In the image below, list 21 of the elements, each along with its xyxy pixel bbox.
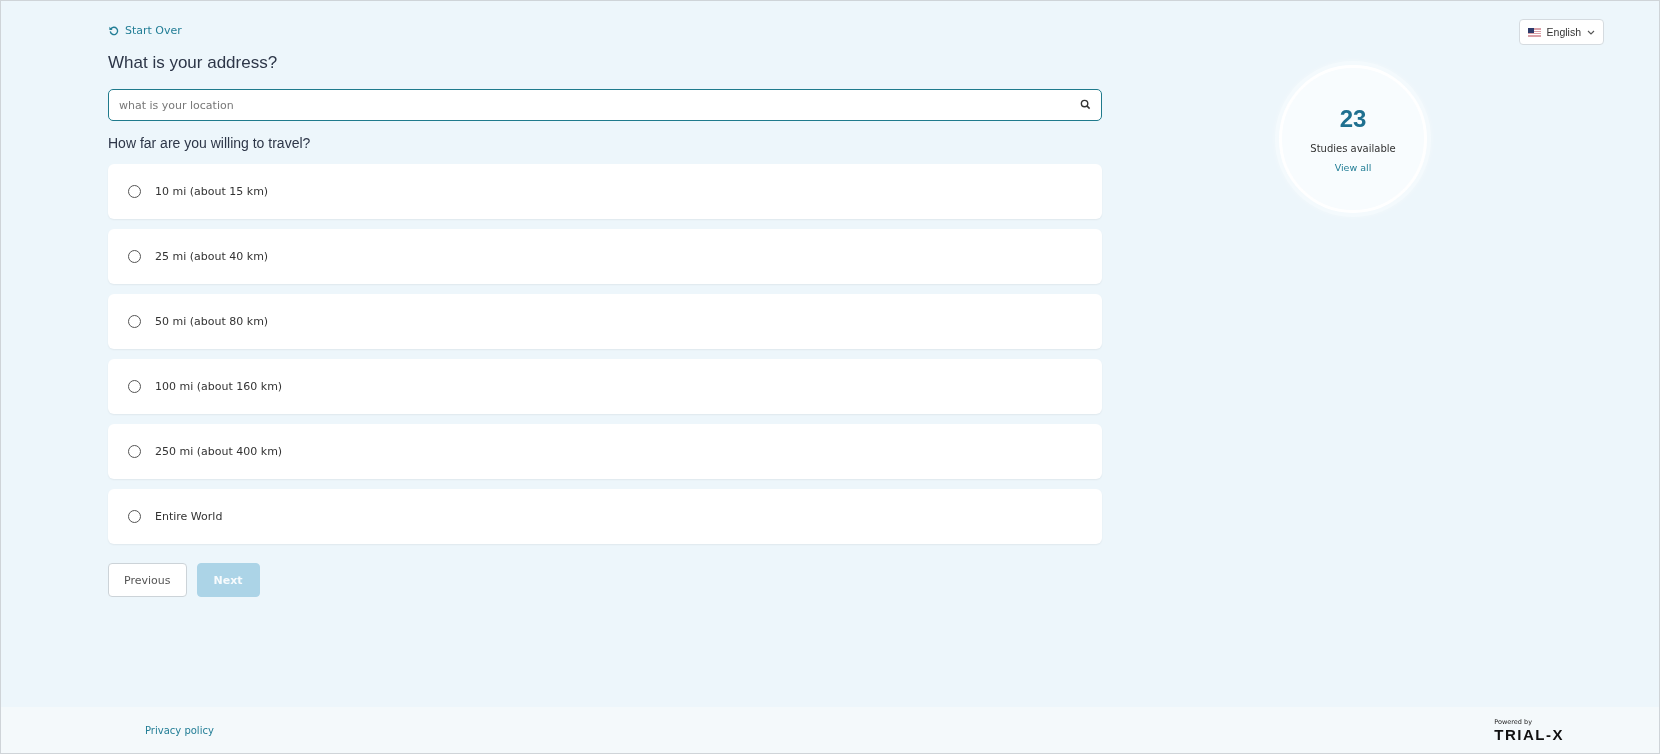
start-over-link[interactable]: Start Over <box>108 21 1102 39</box>
trialx-logo: TRIAL-X <box>1494 725 1564 743</box>
studies-count: 23 <box>1339 105 1367 133</box>
view-all-link[interactable]: View all <box>1334 162 1372 173</box>
us-flag-icon <box>1527 27 1541 37</box>
distance-option[interactable]: 50 mi (about 80 km) <box>108 294 1102 349</box>
previous-button[interactable]: Previous <box>108 563 187 597</box>
travel-question: How far are you willing to travel? <box>108 135 312 151</box>
undo-icon <box>108 24 119 36</box>
distance-option[interactable]: 25 mi (about 40 km) <box>108 229 1102 284</box>
distance-option[interactable]: 100 mi (about 160 km) <box>108 359 1102 414</box>
distance-option[interactable]: Entire World <box>108 489 1102 544</box>
distance-option[interactable]: 250 mi (about 400 km) <box>108 424 1102 479</box>
address-question: What is your address? <box>108 53 279 73</box>
search-icon <box>1080 99 1091 110</box>
studies-label: Studies available <box>1310 143 1396 154</box>
chevron-down-icon <box>1587 29 1595 35</box>
distance-option[interactable]: 10 mi (about 15 km) <box>108 164 1102 219</box>
privacy-policy-link[interactable]: Privacy policy <box>145 724 214 736</box>
language-dropdown[interactable]: English <box>1518 19 1604 45</box>
location-search-field[interactable]: what is your location <box>108 89 1102 121</box>
